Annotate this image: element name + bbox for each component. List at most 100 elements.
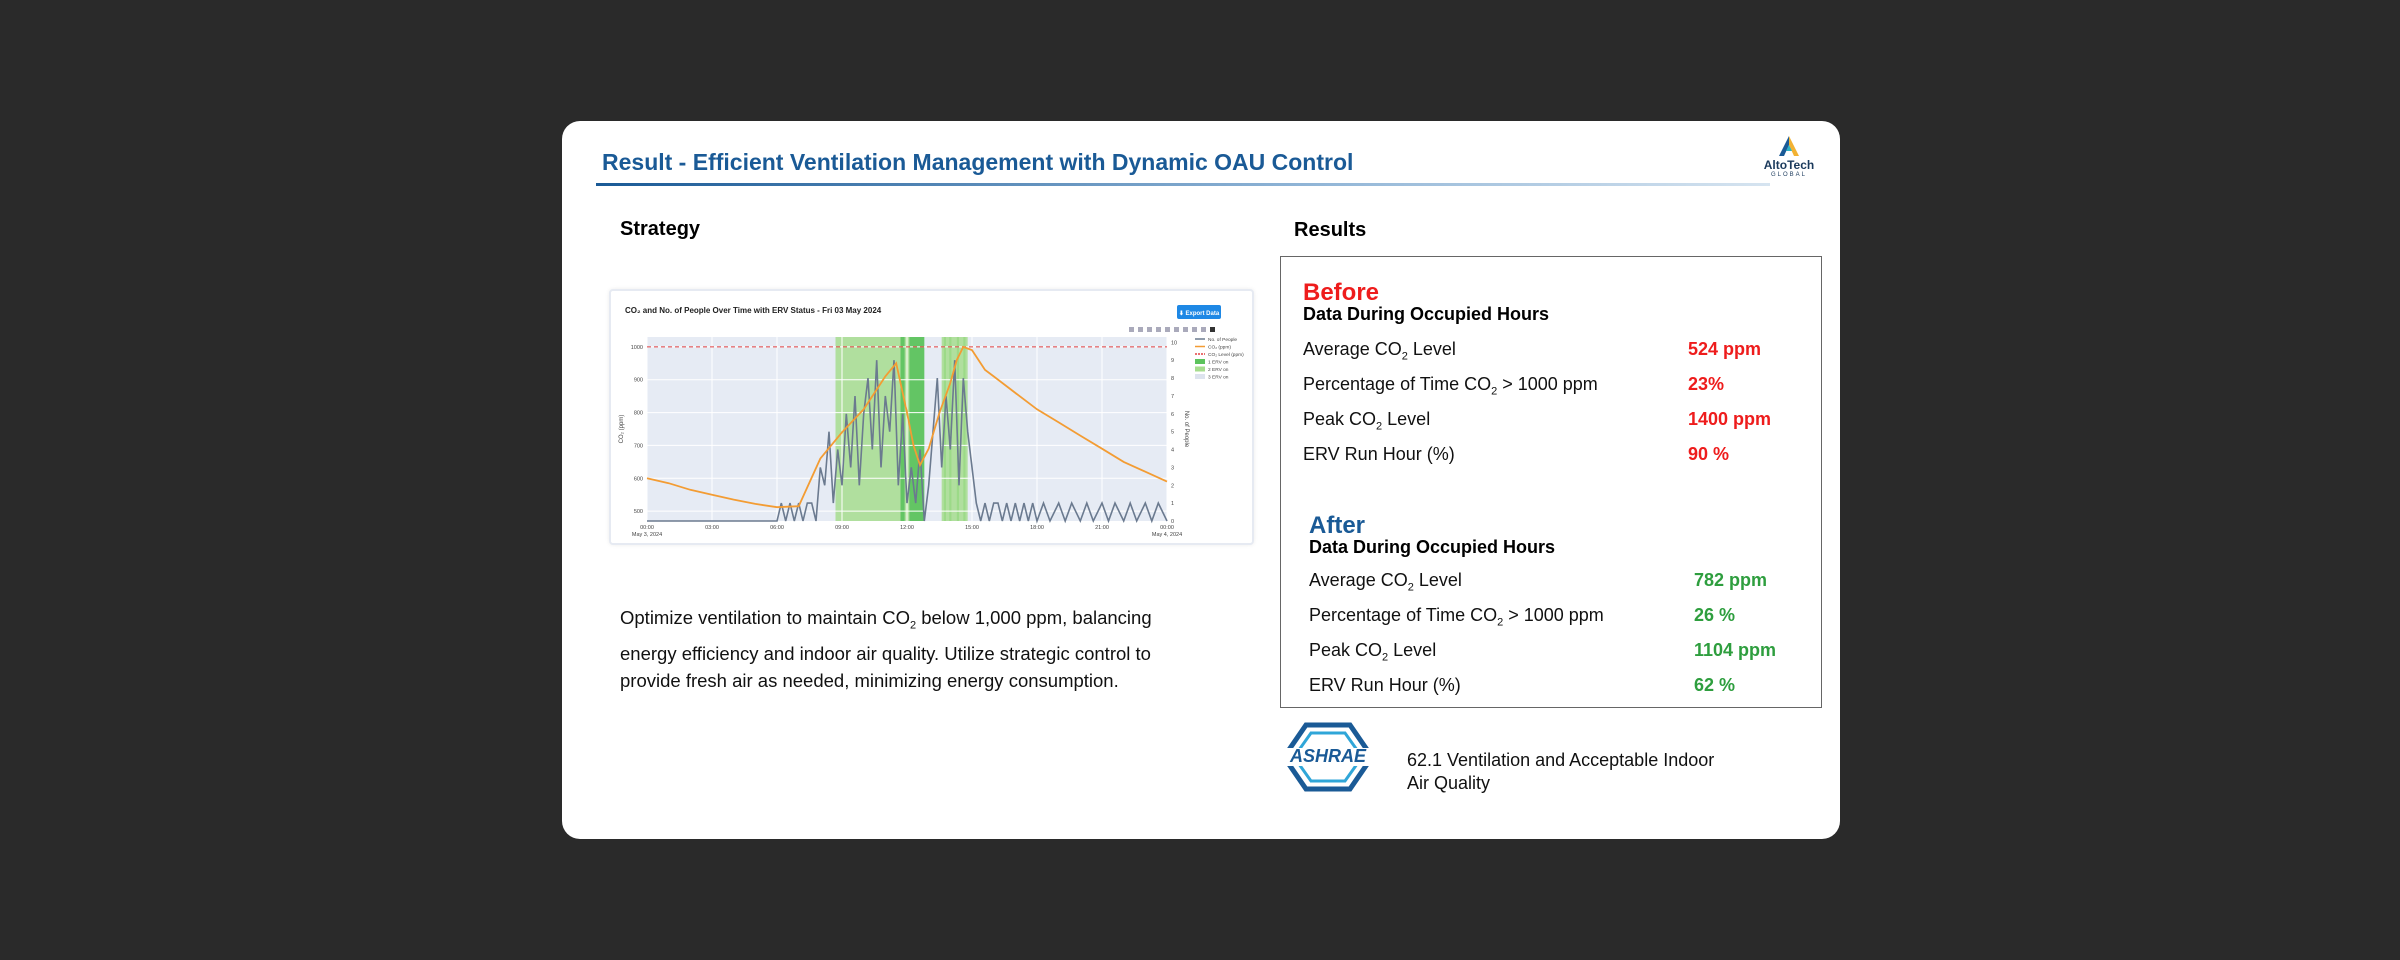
x-tick-label: 03:00 xyxy=(705,525,719,531)
metric-label-text: Level xyxy=(1382,409,1431,429)
metric-label-text: Average CO xyxy=(1309,570,1408,590)
y2-tick-label: 6 xyxy=(1171,412,1174,418)
export-data-label: ⬇ Export Data xyxy=(1179,310,1220,317)
y2-tick-label: 8 xyxy=(1171,376,1174,382)
x-tick-label: 06:00 xyxy=(770,525,784,531)
strategy-heading: Strategy xyxy=(620,218,701,240)
y2-tick-label: 7 xyxy=(1171,394,1174,400)
ashrae-standard-text: 62.1 Ventilation and Acceptable Indoor A… xyxy=(1407,750,1715,793)
after-metric-value: 62 % xyxy=(1694,675,1736,695)
legend-swatch xyxy=(1195,359,1205,364)
logo-name: AltoTech xyxy=(1763,158,1815,172)
y-tick-label: 600 xyxy=(634,476,643,482)
legend-label: CO₂ Level (ppm) xyxy=(1208,352,1244,358)
x-tick-label: 21:00 xyxy=(1095,525,1109,531)
title-divider xyxy=(596,183,1770,186)
chart-toolbar-icon xyxy=(1174,327,1179,332)
metric-label-text: ERV Run Hour (%) xyxy=(1303,444,1455,464)
metric-label-text: Percentage of Time CO xyxy=(1309,605,1498,625)
y2-tick-label: 5 xyxy=(1171,430,1174,436)
results-heading: Results xyxy=(1294,219,1367,241)
co2-chart: CO₂ and No. of People Over Time with ERV… xyxy=(619,305,1244,538)
chart-toolbar-icon xyxy=(1129,327,1134,332)
before-subtitle: Data During Occupied Hours xyxy=(1303,304,1550,324)
chart-toolbar-icon xyxy=(1192,327,1197,332)
chart-toolbar-icon xyxy=(1147,327,1152,332)
y-tick-label: 700 xyxy=(634,443,643,449)
strategy-description: Optimize ventilation to maintain CO2 bel… xyxy=(620,604,1210,694)
metric-label-text: Peak CO xyxy=(1309,640,1383,660)
chart-title: CO₂ and No. of People Over Time with ERV… xyxy=(625,306,882,315)
metric-label-text: Level xyxy=(1388,640,1437,660)
after-metric-label: Average CO2 Level xyxy=(1309,570,1462,594)
chart-toolbar-icon xyxy=(1201,327,1206,332)
before-metric-value: 23% xyxy=(1688,374,1725,394)
legend-swatch xyxy=(1195,366,1205,372)
y2-tick-label: 9 xyxy=(1171,358,1174,364)
y-axis-label: CO₂ (ppm) xyxy=(619,415,625,444)
y2-tick-label: 2 xyxy=(1171,483,1174,489)
ashrae-logo-text: ASHRAE xyxy=(1289,746,1366,766)
chart-toolbar-icon xyxy=(1138,327,1143,332)
legend-label: 2 ERV on xyxy=(1208,367,1229,373)
x-tick-label: 18:00 xyxy=(1030,525,1044,531)
x-tick-label: 15:00 xyxy=(965,525,979,531)
metric-label-text: Percentage of Time CO xyxy=(1303,374,1492,394)
before-metric-value: 524 ppm xyxy=(1688,339,1762,359)
description-text-1: Optimize ventilation to maintain CO xyxy=(620,607,910,628)
x-tick-date-label: May 3, 2024 xyxy=(632,532,662,538)
chart-toolbar-icon xyxy=(1156,327,1161,332)
y-tick-label: 900 xyxy=(634,378,643,384)
metric-label-text: Level xyxy=(1413,570,1462,590)
legend-label: CO₂ (ppm) xyxy=(1208,345,1231,351)
legend-label: 3 ERV on xyxy=(1208,375,1229,381)
chart-toolbar-icon xyxy=(1183,327,1188,332)
y2-tick-label: 1 xyxy=(1171,501,1174,507)
after-metric-label: Peak CO2 Level xyxy=(1309,640,1436,664)
x-tick-label: 12:00 xyxy=(900,525,914,531)
metric-label-text: > 1000 ppm xyxy=(1497,374,1598,394)
metric-label-text: Average CO xyxy=(1303,339,1402,359)
after-metric-label: ERV Run Hour (%) xyxy=(1309,675,1461,696)
x-tick-label: 00:00 xyxy=(1160,525,1174,531)
x-tick-label: 09:00 xyxy=(835,525,849,531)
y-tick-label: 800 xyxy=(634,411,643,417)
legend-label: No. of People xyxy=(1208,337,1237,343)
before-metric-label: Average CO2 Level xyxy=(1303,339,1456,363)
y-tick-label: 1000 xyxy=(631,345,643,351)
after-metric-value: 1104 ppm xyxy=(1694,640,1777,660)
before-metric-value: 90 % xyxy=(1688,444,1730,464)
x-tick-date-label: May 4, 2024 xyxy=(1152,532,1182,538)
y2-tick-label: 10 xyxy=(1171,340,1177,346)
metric-label-text: Peak CO xyxy=(1303,409,1377,429)
metric-label-text: Level xyxy=(1407,339,1456,359)
ashrae-logo: ASHRAE xyxy=(1278,722,1378,792)
altotech-logo: AltoTech GLOBAL xyxy=(1754,135,1824,191)
y2-tick-label: 3 xyxy=(1171,465,1174,471)
chart-toolbar-icon xyxy=(1165,327,1170,332)
y-tick-label: 500 xyxy=(634,509,643,515)
metric-label-text: ERV Run Hour (%) xyxy=(1309,675,1461,695)
chart-screenshot: CO₂ and No. of People Over Time with ERV… xyxy=(609,289,1254,545)
legend-label: 1 ERV on xyxy=(1208,360,1229,366)
logo-subtitle: GLOBAL xyxy=(1770,172,1807,178)
y2-tick-label: 4 xyxy=(1171,448,1174,454)
altotech-mark-icon xyxy=(1779,136,1799,156)
legend-swatch xyxy=(1195,374,1205,379)
before-metric-label: ERV Run Hour (%) xyxy=(1303,444,1455,465)
y2-axis-label: No. of People xyxy=(1183,411,1189,448)
x-tick-label: 00:00 xyxy=(640,525,654,531)
after-metric-label: Percentage of Time CO2 > 1000 ppm xyxy=(1309,605,1604,629)
before-metric-label: Percentage of Time CO2 > 1000 ppm xyxy=(1303,374,1598,398)
metric-label-text: > 1000 ppm xyxy=(1503,605,1604,625)
results-box: Before Data During Occupied Hours Averag… xyxy=(1280,256,1822,708)
after-metric-value: 26 % xyxy=(1694,605,1736,625)
slide: Result - Efficient Ventilation Managemen… xyxy=(562,121,1840,839)
before-metric-value: 1400 ppm xyxy=(1688,409,1772,429)
after-label: After xyxy=(1309,512,1366,539)
after-subtitle: Data During Occupied Hours xyxy=(1309,537,1556,557)
after-metric-value: 782 ppm xyxy=(1694,570,1768,590)
chart-toolbar-icon xyxy=(1210,327,1215,332)
slide-title: Result - Efficient Ventilation Managemen… xyxy=(602,149,1354,175)
before-label: Before xyxy=(1303,279,1380,306)
